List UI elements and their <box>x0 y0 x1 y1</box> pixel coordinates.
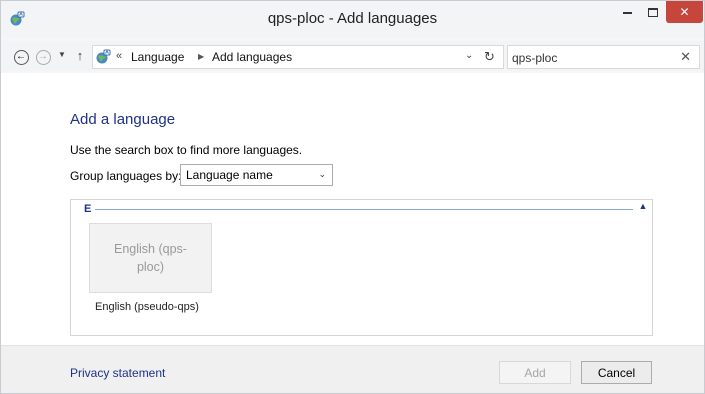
footer-bar: Privacy statement Add Cancel <box>1 345 704 393</box>
address-dropdown-icon[interactable]: ⌄ <box>465 50 477 61</box>
chevron-down-icon: ▼ <box>58 50 66 59</box>
window-title: qps-ploc - Add languages <box>267 10 438 27</box>
language-tile[interactable]: English (qps-ploc) <box>89 223 212 293</box>
page-title: Add a language <box>70 111 176 128</box>
language-tile-caption: English (pseudo-qps) <box>95 301 199 313</box>
language-globe-icon <box>96 49 111 64</box>
breadcrumb-separator-icon[interactable]: ▶ <box>198 52 204 61</box>
group-by-select[interactable]: Language name ⌄ <box>180 164 333 186</box>
forward-button[interactable]: → <box>34 48 52 66</box>
group-by-label: Group languages by: <box>70 169 182 183</box>
maximize-icon <box>648 7 658 17</box>
instruction-text: Use the search box to find more language… <box>70 143 303 157</box>
collapse-group-icon[interactable]: ▲ <box>637 201 649 213</box>
forward-arrow-icon: → <box>38 51 48 62</box>
up-arrow-icon: ↑ <box>76 48 84 63</box>
back-arrow-icon: ← <box>16 51 26 62</box>
main-content: Add a language Use the search box to fin… <box>1 73 704 345</box>
breadcrumb-language[interactable]: Language <box>131 50 184 64</box>
chevron-down-icon: ⌄ <box>318 169 326 179</box>
group-divider <box>95 209 633 210</box>
minimize-icon <box>622 12 632 14</box>
search-input[interactable]: qps-ploc ✕ <box>507 45 700 69</box>
address-bar[interactable]: « Language ▶ Add languages ⌄ ↻ <box>92 45 504 69</box>
recent-locations-button[interactable]: ▼ <box>56 50 68 64</box>
breadcrumb-add-languages[interactable]: Add languages <box>212 50 292 64</box>
add-button[interactable]: Add <box>499 361 571 384</box>
add-languages-window: qps-ploc - Add languages ✕ ← → ▼ ↑ « Lan… <box>0 0 705 394</box>
back-button[interactable]: ← <box>12 48 30 66</box>
language-list-panel: E ▲ English (qps-ploc) English (pseudo-q… <box>70 199 653 336</box>
navigation-bar: ← → ▼ ↑ « Language ▶ Add languages ⌄ ↻ q… <box>1 41 704 71</box>
maximize-button[interactable] <box>640 1 666 23</box>
close-button[interactable]: ✕ <box>666 1 703 23</box>
cancel-button[interactable]: Cancel <box>581 361 652 384</box>
language-tile-label: English (qps-ploc) <box>114 242 187 274</box>
group-header-letter: E <box>84 203 92 215</box>
minimize-button[interactable] <box>614 1 640 23</box>
close-icon: ✕ <box>679 5 690 19</box>
up-button[interactable]: ↑ <box>73 48 87 64</box>
clear-search-icon[interactable]: ✕ <box>680 49 691 65</box>
privacy-statement-link[interactable]: Privacy statement <box>70 366 165 380</box>
overflow-chevron-icon[interactable]: « <box>116 50 122 62</box>
group-by-value: Language name <box>186 168 273 182</box>
title-bar[interactable]: qps-ploc - Add languages ✕ <box>1 1 704 37</box>
refresh-icon[interactable]: ↻ <box>484 49 498 65</box>
search-value[interactable]: qps-ploc <box>512 51 557 65</box>
